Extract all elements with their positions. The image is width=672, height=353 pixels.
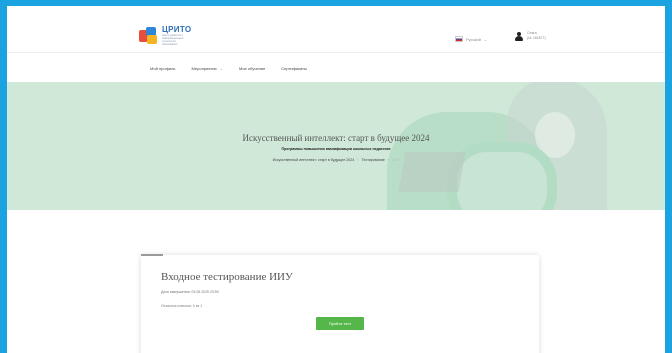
logo-icon xyxy=(139,27,159,45)
user-info: Ольга (id: 181877) xyxy=(527,31,546,41)
nav-item-events[interactable]: Мероприятия ⌄ xyxy=(192,66,223,71)
main-content: Входное тестирование ИИУ Дата завершения… xyxy=(7,210,665,353)
breadcrumb-item[interactable]: Тестирование xyxy=(361,158,384,162)
breadcrumb: Искусственный интеллект: старт в будущее… xyxy=(7,158,665,162)
logo-text: ЦРИТО Центр развития и информационных те… xyxy=(162,25,192,47)
logo-subtitle: Центр развития и информационных технолог… xyxy=(162,34,184,46)
language-label: Русский xyxy=(466,36,481,42)
test-card: Входное тестирование ИИУ Дата завершения… xyxy=(141,255,539,353)
site-header: ЦРИТО Центр развития и информационных те… xyxy=(7,6,665,52)
main-nav: Мой профиль Мероприятия ⌄ Мое обучение Се… xyxy=(7,52,665,82)
page-subtitle: Программы повышения квалификации школьны… xyxy=(281,147,391,151)
logo-title: ЦРИТО xyxy=(162,25,192,34)
chevron-down-icon: ⌄ xyxy=(483,36,488,42)
russia-flag-icon xyxy=(455,36,463,42)
nav-item-my-learning[interactable]: Мое обучение xyxy=(239,66,265,71)
start-test-button[interactable]: Пройти тест xyxy=(316,317,364,330)
nav-item-label: Мое обучение xyxy=(238,66,266,71)
chevron-down-icon: ⌄ xyxy=(219,66,223,71)
user-menu[interactable]: Ольга (id: 181877) xyxy=(515,31,546,41)
test-title: Входное тестирование ИИУ xyxy=(161,271,293,283)
user-id: (id: 181877) xyxy=(527,36,546,40)
nav-item-label: Мой профиль xyxy=(150,66,176,71)
nav-item-label: Сертификаты xyxy=(281,66,307,71)
hero-banner: Искусственный интеллект: старт в будущее… xyxy=(7,82,665,210)
language-selector[interactable]: Русский ⌄ xyxy=(455,36,487,42)
nav-item-profile[interactable]: Мой профиль xyxy=(150,66,176,71)
nav-item-label: Мероприятия xyxy=(191,66,217,71)
breadcrumb-current: ИИУ xyxy=(391,158,400,162)
breadcrumb-item[interactable]: Искусственный интеллект: старт в будущее… xyxy=(273,158,355,162)
card-tab-indicator xyxy=(141,254,163,256)
deadline-text: Дата завершения: 03.05.2025 23:59 xyxy=(161,290,219,294)
breadcrumb-separator: › xyxy=(387,158,389,162)
site-logo[interactable]: ЦРИТО Центр развития и информационных те… xyxy=(139,26,191,46)
attempts-text: Осталось попыток: 0 из 1 xyxy=(161,304,203,308)
user-icon xyxy=(515,31,523,41)
breadcrumb-separator: › xyxy=(357,158,359,162)
page-title: Искусственный интеллект: старт в будущее… xyxy=(242,133,430,143)
browser-frame: ЦРИТО Центр развития и информационных те… xyxy=(7,6,665,353)
nav-item-certificates[interactable]: Сертификаты xyxy=(281,66,307,71)
